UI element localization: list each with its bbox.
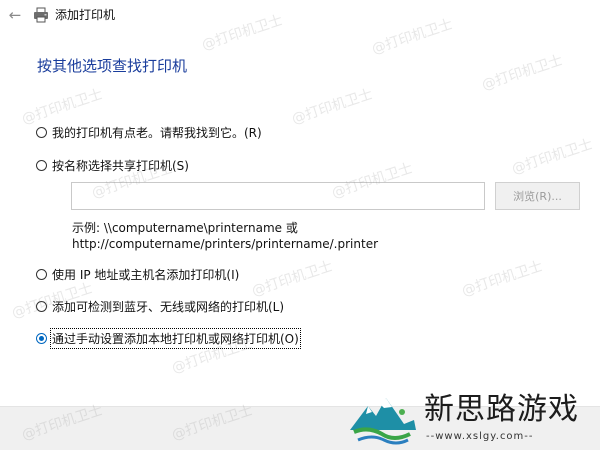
- logo-url: --www.xslgy.com--: [426, 431, 534, 442]
- example-text-line1: 示例: \\computername\printername 或: [72, 221, 298, 235]
- mountain-logo-icon: [350, 398, 416, 445]
- title-bar: ← 添加打印机: [0, 0, 600, 34]
- site-logo: 新思路游戏 --www.xslgy.com--: [344, 388, 600, 450]
- option-label: 按名称选择共享打印机(S): [52, 158, 189, 173]
- option-label: 通过手动设置添加本地打印机或网络打印机(O): [50, 327, 301, 349]
- page-heading: 按其他选项查找打印机: [37, 57, 188, 75]
- printer-icon: [34, 7, 48, 23]
- radio-button[interactable]: [36, 268, 47, 280]
- watermark: @打印机卫士: [249, 258, 335, 300]
- option-label: 添加可检测到蓝牙、无线或网络的打印机(L): [52, 299, 285, 314]
- option-ip-hostname[interactable]: 使用 IP 地址或主机名添加打印机(I): [36, 265, 239, 283]
- add-printer-dialog: ← 添加打印机 按其他选项查找打印机 我的打印机有点老。请帮我找到它。(R) 按…: [0, 0, 600, 450]
- option-label: 使用 IP 地址或主机名添加打印机(I): [52, 267, 240, 282]
- radio-button-selected[interactable]: [36, 332, 47, 344]
- watermark: @打印机卫士: [19, 86, 105, 128]
- option-bluetooth-wireless-network[interactable]: 添加可检测到蓝牙、无线或网络的打印机(L): [36, 297, 284, 315]
- option-old-printer[interactable]: 我的打印机有点老。请帮我找到它。(R): [36, 123, 262, 141]
- watermark: @打印机卫士: [289, 86, 375, 128]
- share-name-input[interactable]: [71, 182, 485, 210]
- radio-button[interactable]: [36, 300, 47, 312]
- back-arrow-icon[interactable]: ←: [4, 4, 26, 26]
- radio-button[interactable]: [36, 126, 47, 138]
- watermark: @打印机卫士: [459, 258, 545, 300]
- browse-button[interactable]: 浏览(R)...: [495, 182, 580, 210]
- logo-name: 新思路游戏: [424, 392, 579, 427]
- watermark: @打印机卫士: [509, 136, 595, 178]
- example-text-line2: http://computername/printers/printername…: [72, 237, 379, 251]
- radio-button[interactable]: [36, 159, 47, 171]
- option-manual-local-network[interactable]: 通过手动设置添加本地打印机或网络打印机(O): [36, 327, 301, 349]
- option-shared-printer-by-name[interactable]: 按名称选择共享打印机(S): [36, 156, 189, 174]
- option-label: 我的打印机有点老。请帮我找到它。(R): [52, 125, 262, 140]
- window-title: 添加打印机: [55, 8, 116, 22]
- watermark: @打印机卫士: [479, 52, 565, 94]
